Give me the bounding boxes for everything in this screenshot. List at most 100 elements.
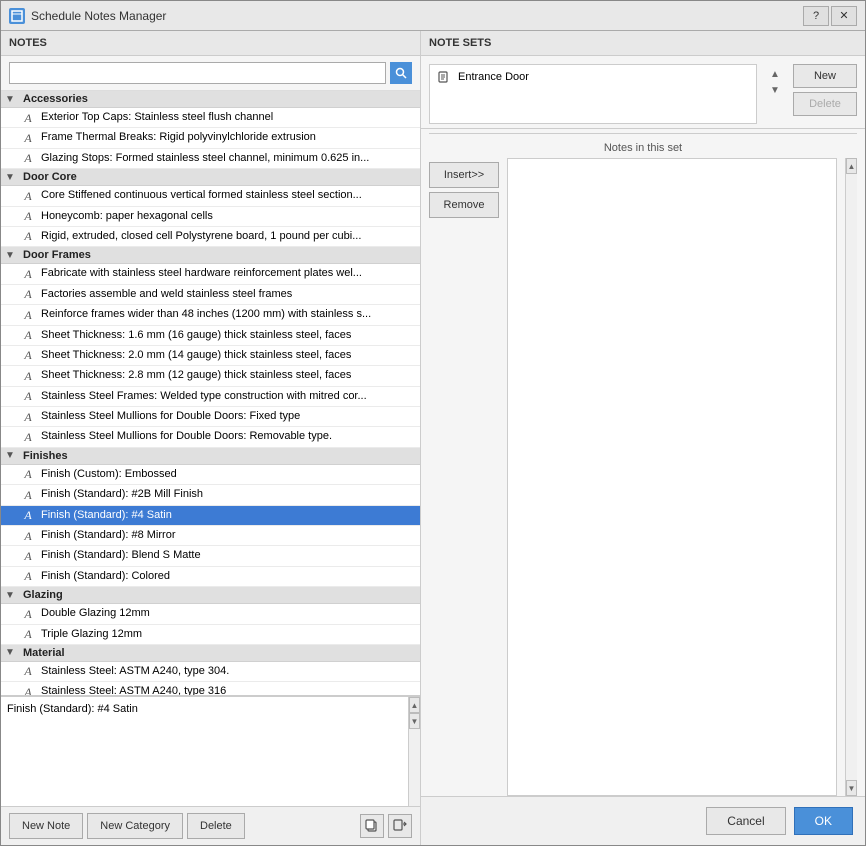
right-panel-inner: NOTE SETS Ent xyxy=(421,31,865,845)
dialog-action-buttons: Cancel OK xyxy=(421,796,865,845)
note-text: Triple Glazing 12mm xyxy=(41,627,412,642)
right-panel: NOTE SETS Ent xyxy=(421,31,865,845)
note-row[interactable]: A Exterior Top Caps: Stainless steel flu… xyxy=(1,108,420,128)
search-input[interactable] xyxy=(9,62,386,84)
note-icon: A xyxy=(21,549,35,563)
note-text: Finish (Standard): Colored xyxy=(41,569,412,584)
note-icon: A xyxy=(21,488,35,502)
notes-set-scroll-up[interactable]: ▲ xyxy=(846,158,857,174)
note-text: Finish (Standard): #2B Mill Finish xyxy=(41,487,412,502)
note-icon: A xyxy=(21,628,35,642)
note-text: Rigid, extruded, closed cell Polystyrene… xyxy=(41,229,412,244)
note-icon: A xyxy=(21,329,35,343)
note-row[interactable]: A Finish (Standard): Colored xyxy=(1,567,420,587)
insert-button[interactable]: Insert>> xyxy=(429,162,499,188)
category-row[interactable]: ▼Accessories xyxy=(1,91,420,108)
note-set-down-arrow[interactable]: ▼ xyxy=(767,82,783,98)
note-row[interactable]: A Stainless Steel Mullions for Double Do… xyxy=(1,407,420,427)
note-row[interactable]: A Finish (Standard): #8 Mirror xyxy=(1,526,420,546)
note-text: Reinforce frames wider than 48 inches (1… xyxy=(41,307,412,322)
remove-button[interactable]: Remove xyxy=(429,192,499,218)
note-set-item[interactable]: Entrance Door xyxy=(430,65,756,89)
textarea-scroll-up[interactable]: ▲ xyxy=(409,697,420,713)
note-sets-arrows: ▲ ▼ xyxy=(765,64,785,100)
copy-icon-button[interactable] xyxy=(360,814,384,838)
note-row[interactable]: A Finish (Standard): Blend S Matte xyxy=(1,546,420,566)
note-icon: A xyxy=(21,410,35,424)
category-row[interactable]: ▼Finishes xyxy=(1,448,420,465)
note-icon: A xyxy=(21,152,35,166)
note-row[interactable]: A Core Stiffened continuous vertical for… xyxy=(1,186,420,206)
note-set-up-arrow[interactable]: ▲ xyxy=(767,66,783,82)
note-icon: A xyxy=(21,210,35,224)
textarea-scroll-down[interactable]: ▼ xyxy=(409,713,420,729)
note-row[interactable]: A Finish (Standard): #2B Mill Finish xyxy=(1,485,420,505)
main-content: NOTES ▼Accessories A Exterior Top Caps: … xyxy=(1,31,865,845)
note-icon: A xyxy=(21,349,35,363)
divider xyxy=(429,133,857,134)
note-row[interactable]: A Factories assemble and weld stainless … xyxy=(1,285,420,305)
note-row[interactable]: A Finish (Custom): Embossed xyxy=(1,465,420,485)
insert-remove-buttons: Insert>> Remove xyxy=(429,158,499,796)
note-text: Exterior Top Caps: Stainless steel flush… xyxy=(41,110,412,125)
search-button[interactable] xyxy=(390,62,412,84)
note-row[interactable]: A Sheet Thickness: 2.0 mm (14 gauge) thi… xyxy=(1,346,420,366)
note-row[interactable]: A Fabricate with stainless steel hardwar… xyxy=(1,264,420,284)
note-text: Factories assemble and weld stainless st… xyxy=(41,287,412,302)
new-note-set-button[interactable]: New xyxy=(793,64,857,88)
search-bar xyxy=(1,56,420,91)
note-icon: A xyxy=(21,111,35,125)
note-row[interactable]: A Sheet Thickness: 1.6 mm (16 gauge) thi… xyxy=(1,326,420,346)
note-row[interactable]: A Honeycomb: paper hexagonal cells xyxy=(1,207,420,227)
note-text: Fabricate with stainless steel hardware … xyxy=(41,266,412,281)
note-row[interactable]: A Glazing Stops: Formed stainless steel … xyxy=(1,149,420,169)
note-row[interactable]: A Reinforce frames wider than 48 inches … xyxy=(1,305,420,325)
export-icon-button[interactable] xyxy=(388,814,412,838)
note-text: Finish (Standard): Blend S Matte xyxy=(41,548,412,563)
note-row[interactable]: A Triple Glazing 12mm xyxy=(1,625,420,645)
note-row[interactable]: A Finish (Standard): #4 Satin xyxy=(1,506,420,526)
note-text: Frame Thermal Breaks: Rigid polyvinylchl… xyxy=(41,130,412,145)
category-row[interactable]: ▼Glazing xyxy=(1,587,420,604)
note-text: Sheet Thickness: 1.6 mm (16 gauge) thick… xyxy=(41,328,412,343)
note-icon: A xyxy=(21,570,35,584)
note-icon: A xyxy=(21,308,35,322)
note-row[interactable]: A Stainless Steel: ASTM A240, type 316 xyxy=(1,682,420,696)
note-row[interactable]: A Sheet Thickness: 2.8 mm (12 gauge) thi… xyxy=(1,366,420,386)
note-icon: A xyxy=(21,468,35,482)
help-button[interactable]: ? xyxy=(803,6,829,26)
note-row[interactable]: A Stainless Steel: ASTM A240, type 304. xyxy=(1,662,420,682)
note-icon: A xyxy=(21,267,35,281)
category-arrow: ▼ xyxy=(5,647,19,658)
category-name: Door Core xyxy=(23,171,77,183)
note-row[interactable]: A Frame Thermal Breaks: Rigid polyvinylc… xyxy=(1,128,420,148)
close-button[interactable]: ✕ xyxy=(831,6,857,26)
notes-in-set-label: Notes in this set xyxy=(429,138,857,158)
note-row[interactable]: A Rigid, extruded, closed cell Polystyre… xyxy=(1,227,420,247)
new-category-button[interactable]: New Category xyxy=(87,813,183,839)
category-arrow: ▼ xyxy=(5,172,19,183)
category-row[interactable]: ▼ Door Frames xyxy=(1,247,420,264)
category-row[interactable]: ▼Material xyxy=(1,645,420,662)
note-icon: A xyxy=(21,230,35,244)
notes-list: ▼Accessories A Exterior Top Caps: Stainl… xyxy=(1,91,420,696)
note-textarea[interactable] xyxy=(1,697,408,806)
note-row[interactable]: A Double Glazing 12mm xyxy=(1,604,420,624)
category-arrow: ▼ xyxy=(5,590,19,601)
cancel-button[interactable]: Cancel xyxy=(706,807,785,835)
note-text: Finish (Custom): Embossed xyxy=(41,467,412,482)
category-name: Door Frames xyxy=(23,249,91,261)
notes-set-scroll-down[interactable]: ▼ xyxy=(846,780,857,796)
category-arrow: ▼ xyxy=(5,250,19,261)
note-row[interactable]: A Stainless Steel Mullions for Double Do… xyxy=(1,427,420,447)
delete-note-button[interactable]: Delete xyxy=(187,813,245,839)
ok-button[interactable]: OK xyxy=(794,807,853,835)
note-detail-container: ▲ ▼ xyxy=(1,696,420,806)
new-note-button[interactable]: New Note xyxy=(9,813,83,839)
note-row[interactable]: A Stainless Steel Frames: Welded type co… xyxy=(1,387,420,407)
note-icon: A xyxy=(21,189,35,203)
note-text: Finish (Standard): #8 Mirror xyxy=(41,528,412,543)
delete-note-set-button[interactable]: Delete xyxy=(793,92,857,116)
note-icon: A xyxy=(21,607,35,621)
category-row[interactable]: ▼ Door Core xyxy=(1,169,420,186)
